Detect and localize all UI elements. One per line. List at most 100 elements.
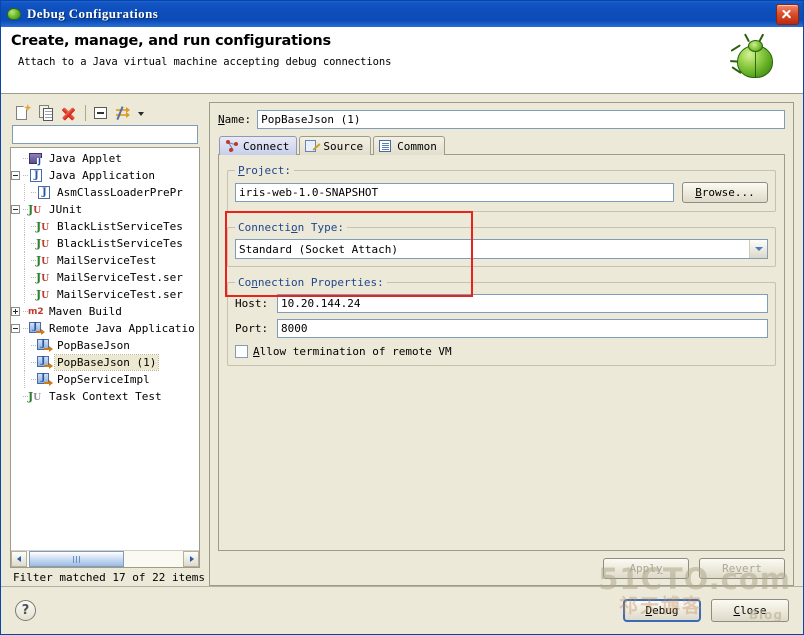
tree-connector bbox=[20, 320, 28, 337]
search-input[interactable] bbox=[12, 125, 198, 144]
java-app-icon bbox=[36, 185, 52, 200]
port-row: Port: bbox=[235, 319, 768, 338]
tree-twisty[interactable] bbox=[11, 171, 20, 180]
junit-icon: JU bbox=[36, 219, 50, 233]
tab-common[interactable]: Common bbox=[373, 136, 445, 155]
common-icon bbox=[379, 139, 393, 153]
red-x-icon[interactable] bbox=[58, 103, 80, 123]
configuration-editor-panel: Name: Connect Source Common bbox=[209, 102, 794, 586]
filter-arrows-icon[interactable] bbox=[113, 103, 135, 123]
tree-item[interactable]: JU MailServiceTest bbox=[11, 252, 199, 269]
tree-item-label: BlackListServiceTes bbox=[57, 220, 183, 233]
close-button[interactable]: Close bbox=[711, 599, 789, 622]
scroll-right-icon[interactable] bbox=[183, 551, 199, 567]
configurations-tree[interactable]: Java Applet Java Application AsmClassLoade… bbox=[11, 148, 199, 550]
connect-tab-content: Project: Browse... Connection Type: Stan… bbox=[218, 154, 785, 551]
debug-bug-title-icon bbox=[6, 6, 22, 22]
tree-connector bbox=[28, 286, 36, 303]
chevron-down-icon[interactable] bbox=[136, 103, 147, 123]
dialog-button-bar: ? Debug Close bbox=[1, 586, 803, 634]
tree-item-label: PopServiceImpl bbox=[57, 373, 150, 386]
tree-item-label: Task Context Test bbox=[49, 390, 162, 403]
host-label: Host: bbox=[235, 297, 269, 310]
tree-item[interactable]: AsmClassLoaderPrePr bbox=[11, 184, 199, 201]
scrollbar-track[interactable] bbox=[27, 551, 183, 567]
project-input[interactable] bbox=[235, 183, 674, 202]
apply-button[interactable]: Apply bbox=[603, 558, 689, 579]
project-group: Project: Browse... bbox=[227, 164, 776, 212]
java-app-icon bbox=[28, 168, 44, 183]
tab-connect-label: Connect bbox=[243, 139, 290, 153]
green-bug-icon bbox=[725, 33, 783, 89]
tree-twisty[interactable] bbox=[11, 205, 20, 214]
allow-termination-row[interactable]: Allow termination of remote VM bbox=[235, 345, 768, 358]
copy-icon[interactable] bbox=[35, 103, 57, 123]
tree-connector bbox=[20, 150, 28, 167]
tree-item[interactable]: Java Application bbox=[11, 167, 199, 184]
tree-item[interactable]: Java Applet bbox=[11, 150, 199, 167]
project-row: Browse... bbox=[235, 182, 768, 203]
browse-button[interactable]: Browse... bbox=[682, 182, 768, 203]
connection-type-select[interactable]: Standard (Socket Attach) bbox=[235, 239, 768, 259]
tree-item-label: BlackListServiceTes bbox=[57, 237, 183, 250]
tree-item-label: Maven Build bbox=[49, 305, 122, 318]
tab-common-label: Common bbox=[397, 139, 437, 153]
filter-input-wrap bbox=[10, 124, 200, 147]
tree-item-label: Remote Java Applicatio bbox=[49, 322, 195, 335]
tree-item[interactable]: JU MailServiceTest.ser bbox=[11, 286, 199, 303]
tree-item[interactable]: JU BlackListServiceTes bbox=[11, 218, 199, 235]
tree-item[interactable]: PopBaseJson bbox=[11, 337, 199, 354]
tree-item[interactable]: PopBaseJson (1) bbox=[11, 354, 199, 371]
host-input[interactable] bbox=[277, 294, 768, 313]
chevron-down-icon[interactable] bbox=[749, 240, 767, 258]
remote-java-icon bbox=[36, 338, 53, 353]
dialog-header: Create, manage, and run configurations A… bbox=[1, 27, 803, 94]
tab-source-label: Source bbox=[323, 139, 364, 153]
help-icon[interactable]: ? bbox=[15, 600, 36, 621]
connection-type-value: Standard (Socket Attach) bbox=[239, 242, 398, 256]
connection-type-group: Connection Type: Standard (Socket Attach… bbox=[227, 221, 776, 267]
tree-twisty[interactable] bbox=[11, 324, 20, 333]
tree-connector bbox=[20, 201, 28, 218]
remote-java-icon bbox=[36, 372, 53, 387]
revert-button[interactable]: Revert bbox=[699, 558, 785, 579]
tree-item[interactable]: Remote Java Applicatio bbox=[11, 320, 199, 337]
tree-connector bbox=[20, 388, 28, 405]
project-group-legend: Project: bbox=[238, 164, 291, 177]
config-name-input[interactable] bbox=[257, 110, 785, 129]
tree-item-label: PopBaseJson (1) bbox=[53, 354, 160, 371]
title-bar: Debug Configurations bbox=[1, 1, 803, 27]
collapse-all-icon[interactable] bbox=[90, 103, 112, 123]
debug-button[interactable]: Debug bbox=[623, 599, 701, 622]
tree-horizontal-scrollbar[interactable] bbox=[11, 550, 199, 567]
tree-item-label: AsmClassLoaderPrePr bbox=[57, 186, 183, 199]
name-label: Name: bbox=[218, 113, 252, 126]
junit-icon: JU bbox=[28, 202, 42, 216]
tree-item-label: JUnit bbox=[49, 203, 83, 216]
tree-connector bbox=[28, 337, 36, 354]
page-subtitle: Attach to a Java virtual machine accepti… bbox=[18, 56, 392, 68]
port-input[interactable] bbox=[277, 319, 768, 338]
connect-icon bbox=[225, 139, 239, 153]
tab-connect[interactable]: Connect bbox=[219, 136, 298, 155]
tree-item[interactable]: JU MailServiceTest.ser bbox=[11, 269, 199, 286]
tree-twisty[interactable] bbox=[11, 307, 20, 316]
tree-item[interactable]: JU JUnit bbox=[11, 201, 199, 218]
tree-connector bbox=[28, 354, 36, 371]
scroll-left-icon[interactable] bbox=[11, 551, 27, 567]
tree-connector bbox=[28, 371, 36, 388]
tree-item[interactable]: JU BlackListServiceTes bbox=[11, 235, 199, 252]
close-icon[interactable] bbox=[776, 3, 799, 25]
tree-item[interactable]: PopServiceImpl bbox=[11, 371, 199, 388]
allow-termination-checkbox[interactable] bbox=[235, 345, 248, 358]
new-page-icon[interactable]: ✦ bbox=[12, 103, 34, 123]
tree-item[interactable]: JU Task Context Test bbox=[11, 388, 199, 405]
allow-termination-label: Allow termination of remote VM bbox=[253, 345, 452, 358]
scrollbar-thumb[interactable] bbox=[29, 551, 124, 567]
tree-toolbar: ✦ bbox=[10, 102, 200, 124]
tree-container: Java Applet Java Application AsmClassLoade… bbox=[10, 147, 200, 568]
tree-connector bbox=[28, 235, 36, 252]
junit-icon: JU bbox=[36, 270, 50, 284]
tab-source[interactable]: Source bbox=[299, 136, 372, 155]
tree-item[interactable]: m2 Maven Build bbox=[11, 303, 199, 320]
